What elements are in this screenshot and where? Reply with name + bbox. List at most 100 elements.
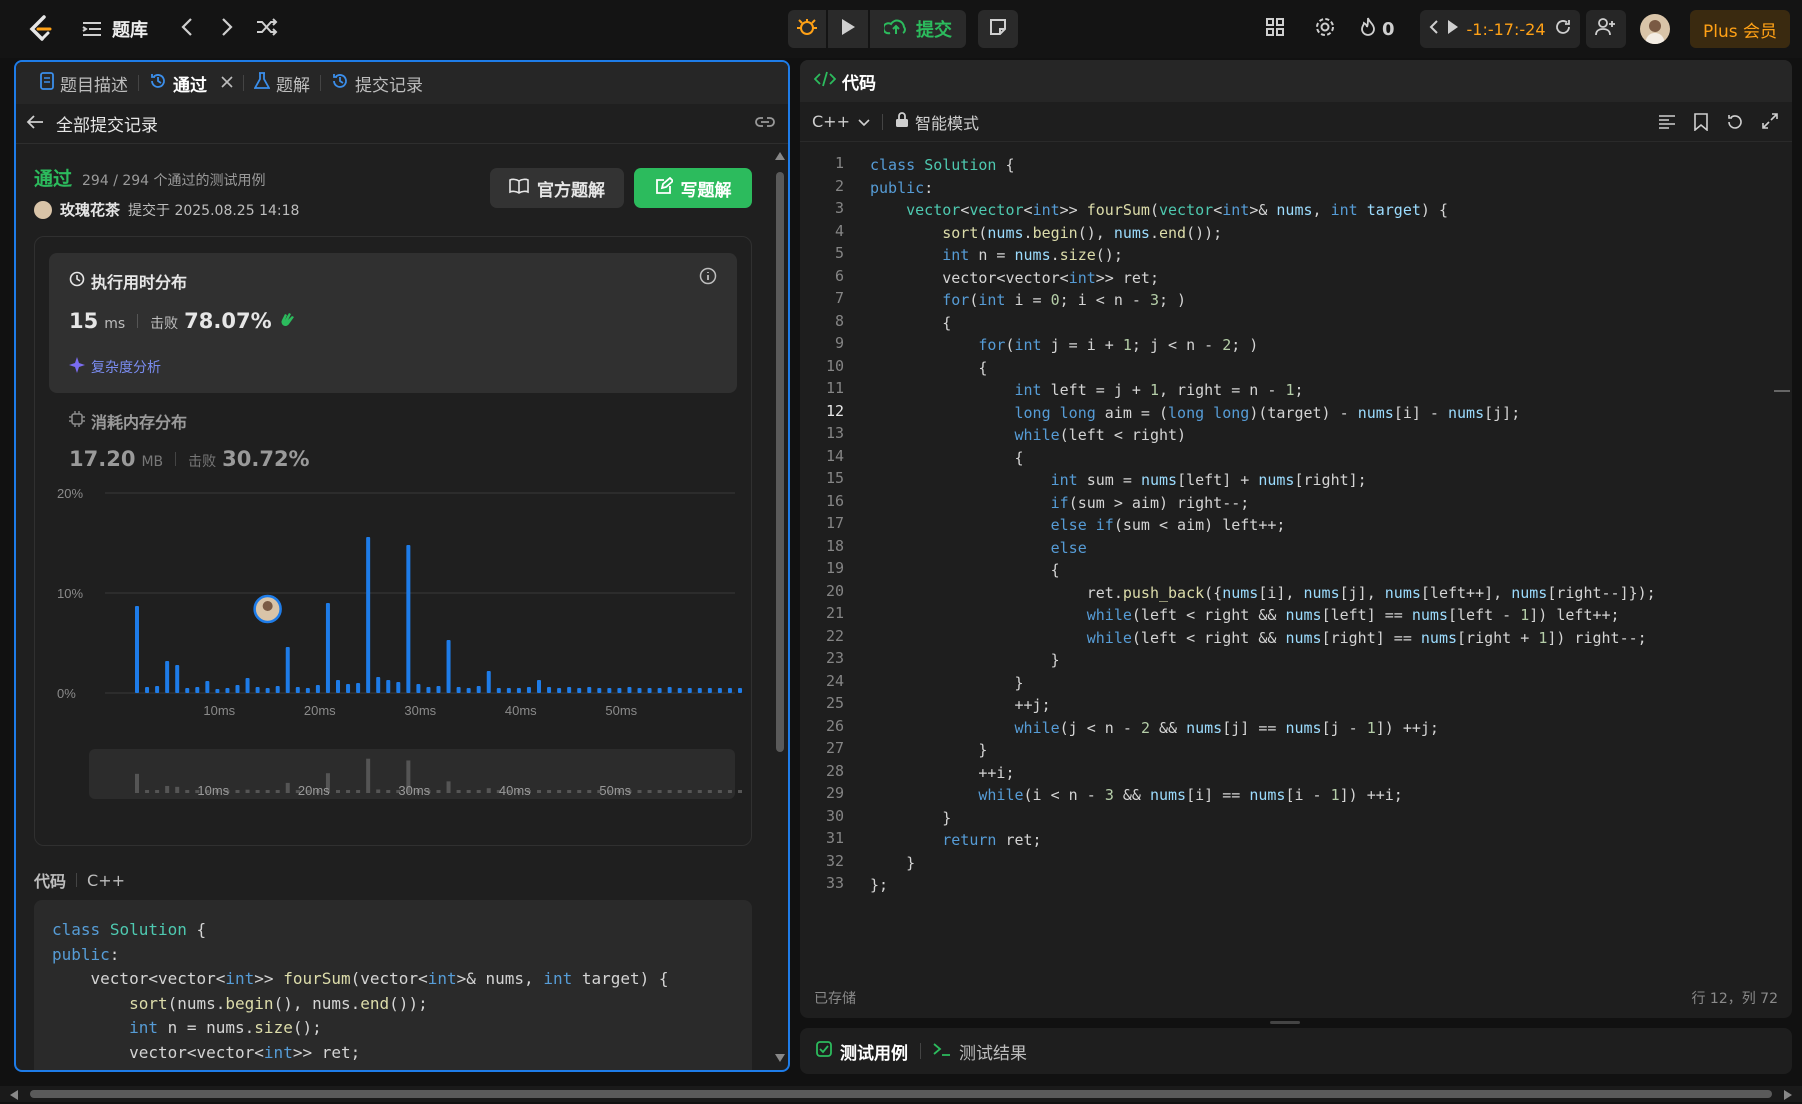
chart-bar	[738, 688, 742, 693]
run-button[interactable]	[828, 10, 868, 48]
tab-submissions[interactable]: 提交记录	[321, 62, 433, 104]
expand-icon[interactable]	[1762, 113, 1778, 133]
chart-bar	[235, 685, 240, 693]
page-scrollbar-thumb[interactable]	[30, 1090, 1772, 1098]
scrollbar-thumb[interactable]	[776, 172, 784, 752]
chart-bar	[597, 688, 602, 693]
chart-bar	[486, 671, 491, 693]
write-solution-button[interactable]: 写题解	[634, 168, 752, 208]
mini-bar	[366, 758, 371, 793]
chart-bar	[637, 688, 642, 693]
editor-toolbar: C++ 智能模式	[800, 102, 1792, 142]
chart-bar	[325, 603, 330, 693]
layout-button[interactable]	[1260, 14, 1290, 44]
tab-solutions[interactable]: 题解	[244, 62, 320, 104]
debug-button[interactable]	[788, 10, 826, 48]
mini-bar	[245, 789, 250, 793]
plus-member-button[interactable]: Plus 会员	[1690, 10, 1790, 48]
chart-bar	[476, 686, 481, 693]
settings-button[interactable]	[1310, 14, 1340, 44]
language-select[interactable]: C++	[812, 112, 870, 131]
notes-button[interactable]	[978, 10, 1018, 48]
next-problem-button[interactable]	[212, 14, 242, 44]
avatar-head	[262, 601, 273, 611]
tab-testcase[interactable]: 测试用例	[816, 1039, 908, 1064]
format-icon[interactable]	[1658, 114, 1676, 134]
mode-label[interactable]: 智能模式	[915, 110, 979, 134]
scroll-down-icon[interactable]	[775, 1054, 785, 1062]
arrow-left-icon[interactable]	[26, 114, 44, 134]
mini-bar	[265, 790, 270, 793]
chevron-left-icon	[180, 17, 194, 41]
mini-bar	[255, 790, 260, 793]
line-number: 32	[825, 851, 844, 870]
info-icon[interactable]	[699, 267, 717, 289]
prev-problem-button[interactable]	[172, 14, 202, 44]
x-tick-label: 50ms	[605, 703, 637, 718]
avatar[interactable]	[34, 200, 52, 219]
chart-bar	[707, 688, 712, 693]
chart-bar	[456, 687, 461, 693]
leetcode-logo[interactable]	[26, 14, 56, 44]
panel-resize-handle[interactable]	[1270, 1021, 1300, 1024]
mini-bar	[356, 790, 361, 793]
x-tick-label: 40ms	[505, 703, 537, 718]
runtime-unit: ms	[104, 316, 126, 332]
tab-code[interactable]: 代码	[813, 60, 876, 102]
undo-icon[interactable]	[1726, 113, 1744, 135]
submitted-time: 提交于 2025.08.25 14:18	[128, 202, 300, 219]
play-icon[interactable]	[1447, 19, 1459, 39]
random-problem-button[interactable]	[252, 14, 282, 44]
line-number: 21	[825, 604, 844, 622]
mini-bar	[436, 790, 441, 793]
code-text[interactable]: class Solution { public: vector<vector<i…	[870, 154, 1656, 897]
status-label: 通过	[34, 168, 73, 190]
code-preview[interactable]: class Solution { public: vector<vector<i…	[34, 900, 752, 1070]
chart-bar	[516, 688, 521, 693]
submit-button[interactable]: 提交	[870, 10, 966, 48]
link-icon[interactable]	[754, 114, 776, 134]
flame-icon	[1360, 17, 1376, 41]
tab-description[interactable]: 题目描述	[30, 62, 138, 104]
runtime-card[interactable]: 执行用时分布 15 ms 击败 78.07% 复杂度分析	[49, 253, 737, 393]
problem-list-button[interactable]: 题库	[82, 14, 148, 44]
avatar[interactable]	[1640, 14, 1670, 44]
scrollbar-track[interactable]	[774, 152, 786, 1062]
code-editor[interactable]: 1 2 3 4 5 6 7 8 9 10 11 12 13 14 15 16 17 18 19 20 21 22 23 24 2…	[800, 154, 1770, 944]
streak-counter[interactable]: 0	[1360, 14, 1395, 44]
line-number: 27	[825, 739, 844, 757]
y-tick-label: 10%	[57, 586, 83, 601]
line-number: 23	[825, 649, 844, 667]
page-scrollbar[interactable]	[0, 1086, 1802, 1102]
tab-test-result[interactable]: 测试结果	[933, 1039, 1027, 1064]
username[interactable]: 玫瑰花茶	[60, 199, 120, 220]
mini-bar	[557, 790, 562, 793]
mini-bar	[697, 790, 702, 793]
scroll-up-icon[interactable]	[775, 152, 785, 160]
bookmark-icon[interactable]	[1694, 113, 1708, 135]
back-row: 全部提交记录	[16, 104, 788, 144]
chart-bar	[687, 688, 692, 693]
scroll-left-icon[interactable]	[10, 1090, 18, 1100]
line-number: 12	[825, 401, 844, 420]
mini-bar	[336, 790, 340, 793]
official-solution-button[interactable]: 官方题解	[490, 168, 624, 208]
gear-icon	[1314, 16, 1336, 42]
chart-bar	[295, 687, 300, 693]
runtime-chart[interactable]: 20% 10% 0% 10ms 20ms 30ms 40ms 50ms 10ms 20ms 30ms…	[35, 397, 751, 837]
complexity-link[interactable]: 复杂度分析	[91, 357, 161, 377]
left-panel: 题目描述 通过 题解 提交记录 全部提交记录 通过 294 / 294 个通过的…	[14, 60, 790, 1072]
reset-icon[interactable]	[1554, 18, 1572, 40]
line-number: 18	[825, 536, 844, 555]
upload-cloud-icon	[882, 17, 908, 41]
chart-bar	[275, 686, 280, 693]
tab-accepted[interactable]: 通过	[139, 62, 243, 104]
chart-bar	[436, 686, 441, 693]
scroll-right-icon[interactable]	[1784, 1090, 1792, 1100]
chevron-left-icon[interactable]	[1429, 19, 1439, 39]
chevron-right-icon	[220, 17, 234, 41]
divider	[920, 1043, 921, 1059]
back-label[interactable]: 全部提交记录	[56, 111, 158, 136]
close-icon[interactable]	[221, 73, 233, 93]
invite-button[interactable]	[1586, 10, 1626, 48]
